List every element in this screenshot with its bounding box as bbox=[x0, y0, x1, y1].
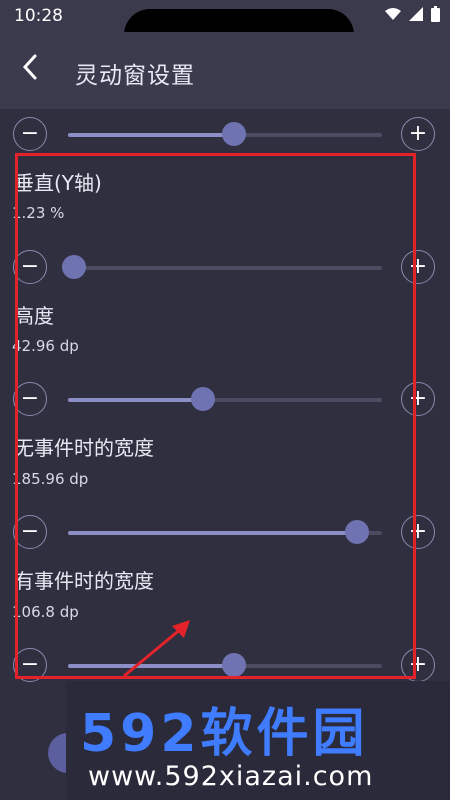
plus-icon: + bbox=[408, 121, 428, 146]
annotation-arrow bbox=[120, 618, 200, 682]
slider-thumb[interactable] bbox=[222, 122, 247, 146]
watermark-brand: 592软件园 bbox=[80, 704, 369, 764]
status-icons bbox=[385, 6, 440, 26]
slider-fill bbox=[68, 133, 235, 137]
highlight-box bbox=[15, 153, 416, 679]
increase-button[interactable]: + bbox=[401, 117, 435, 151]
watermark: 592软件园 www.592xiazai.com bbox=[66, 681, 450, 800]
status-time: 10:28 bbox=[14, 6, 63, 26]
decrease-button[interactable]: − bbox=[13, 117, 47, 151]
watermark-url: www.592xiazai.com bbox=[88, 761, 374, 792]
signal-icon bbox=[409, 7, 423, 25]
app-bar: 灵动窗设置 bbox=[0, 32, 450, 109]
minus-icon: − bbox=[20, 121, 40, 146]
battery-icon bbox=[431, 6, 440, 26]
back-button[interactable] bbox=[16, 52, 44, 86]
slider-row-top: − + bbox=[0, 115, 450, 155]
slider-track[interactable] bbox=[68, 122, 382, 146]
page-title: 灵动窗设置 bbox=[75, 63, 195, 89]
wifi-icon bbox=[385, 7, 401, 25]
back-arrow-icon bbox=[21, 54, 39, 84]
